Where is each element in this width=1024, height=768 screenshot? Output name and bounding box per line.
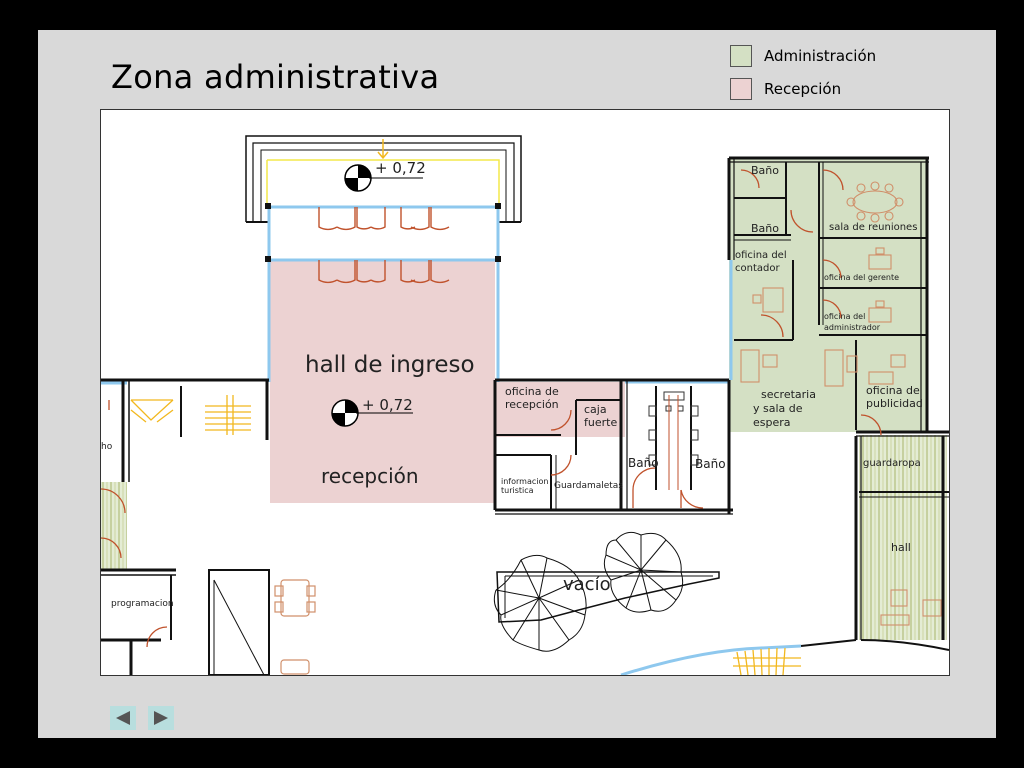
next-button[interactable]	[148, 706, 174, 730]
room-label-secretaria-2: y sala de	[753, 402, 803, 415]
glass-curve	[620, 644, 802, 675]
room-label-informacion-2: turistica	[501, 486, 534, 495]
room-label-gerente: oficina del gerente	[824, 273, 899, 282]
legend-label-administracion: Administración	[764, 47, 877, 65]
slide: Zona administrativa Administración Recep…	[38, 30, 996, 738]
room-label-programacion: programacion	[111, 599, 174, 609]
legend-swatch-administracion	[730, 45, 752, 67]
level-label-upper: + 0,72	[375, 159, 426, 177]
room-label-bano-c: Baño	[751, 164, 779, 177]
room-label-caja-1: caja	[584, 403, 607, 416]
room-label-administrador-1: oficina del	[824, 312, 865, 321]
legend-item-recepcion: Recepción	[730, 78, 841, 100]
legend-item-administracion: Administración	[730, 45, 876, 67]
room-label-guardaropa: guardaropa	[863, 458, 921, 469]
room-label-oficina-recepcion-2: recepción	[505, 398, 559, 411]
room-label-vacio: vacío	[563, 574, 611, 595]
floor-plan: + 0,72 hall de ingreso + 0,72 recepción …	[100, 109, 950, 676]
glass-posts	[265, 203, 501, 262]
room-label-oficina-recepcion-1: oficina de	[505, 385, 559, 398]
room-label-contador-1: oficina del	[735, 250, 787, 261]
room-label-recepcion: recepción	[321, 464, 419, 488]
previous-button[interactable]	[110, 706, 136, 730]
room-label-secretaria-1: secretaria	[761, 388, 816, 401]
room-label-secretaria-3: espera	[753, 416, 791, 429]
page-title: Zona administrativa	[111, 58, 440, 96]
next-arrow-icon	[154, 711, 168, 725]
room-label-hall: hall	[891, 541, 911, 554]
room-label-administrador-2: administrador	[824, 323, 881, 332]
level-label-hall: + 0,72	[362, 396, 413, 414]
furniture-left	[274, 579, 316, 675]
stairs-left	[130, 395, 251, 435]
room-label-guardamaletas: Guardamaletas	[554, 481, 623, 491]
room-label-hall-ingreso: hall de ingreso	[305, 352, 475, 378]
left-hatch	[101, 482, 127, 570]
room-label-contador-2: contador	[735, 263, 780, 274]
wall-bottom-right	[800, 639, 857, 647]
floor-plan-drawing: + 0,72 hall de ingreso + 0,72 recepción …	[101, 135, 949, 675]
room-label-bano-a: Baño	[628, 456, 659, 470]
room-label-cut: ho	[101, 442, 113, 452]
entry-arrow-icon	[377, 139, 389, 160]
room-label-publicidad-2: publicidad	[866, 397, 923, 410]
room-label-bano-d: Baño	[751, 222, 779, 235]
room-label-caja-2: fuerte	[584, 416, 617, 429]
stairs-bottom	[733, 647, 801, 675]
room-label-sala-reuniones: sala de reuniones	[829, 222, 917, 233]
room-label-publicidad-1: oficina de	[866, 384, 920, 397]
previous-arrow-icon	[116, 711, 130, 725]
room-label-informacion-1: informacion	[501, 477, 548, 486]
legend-label-recepcion: Recepción	[764, 80, 842, 98]
legend-swatch-recepcion	[730, 78, 752, 100]
room-label-bano-b: Baño	[695, 457, 726, 471]
